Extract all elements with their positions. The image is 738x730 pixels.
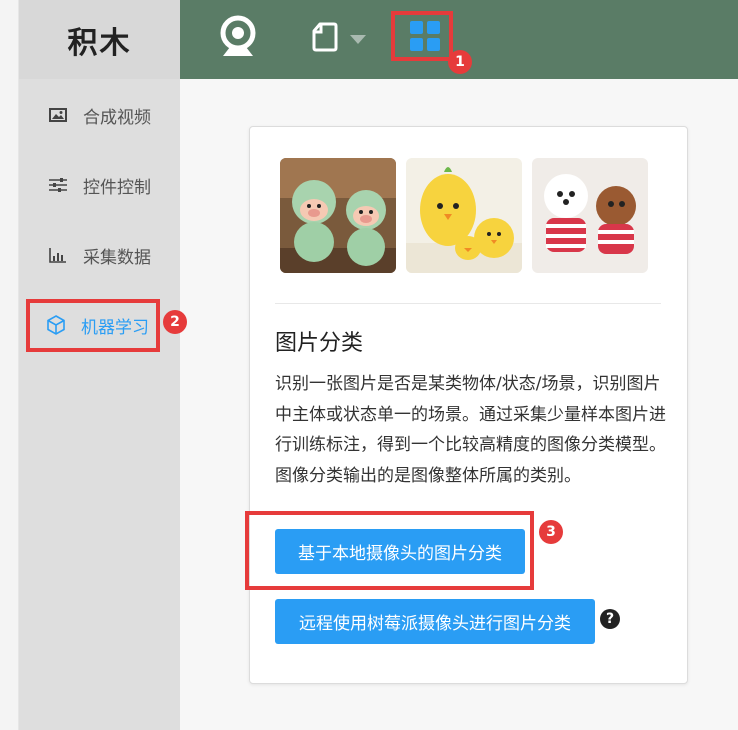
file-icon[interactable] [312, 22, 338, 52]
sidebar-item-label: 控件控制 [83, 177, 151, 198]
sidebar-item-widget-control[interactable]: 控件控制 [48, 170, 151, 200]
sliders-icon [48, 175, 68, 195]
thumbnail-pig-plush[interactable] [280, 158, 396, 273]
chevron-down-icon[interactable] [350, 30, 366, 44]
card-title: 图片分类 [275, 331, 364, 356]
help-icon[interactable]: ? [600, 609, 620, 629]
card-divider [275, 303, 661, 304]
sidebar-item-label: 采集数据 [83, 247, 151, 268]
annotation-badge-3: 3 [539, 520, 563, 544]
image-classification-card: 图片分类 识别一张图片是否是某类物体/状态/场景，识别图片中主体或状态单一的场景… [249, 126, 688, 684]
sidebar-item-collect-data[interactable]: 采集数据 [48, 240, 151, 270]
webcam-icon[interactable] [216, 14, 260, 60]
annotation-badge-2: 2 [163, 310, 187, 334]
raspberry-pi-classify-button[interactable]: 远程使用树莓派摄像头进行图片分类 [275, 599, 595, 644]
left-edge [0, 0, 19, 730]
image-icon [48, 105, 68, 125]
annotation-box-3 [245, 511, 534, 590]
chart-icon [48, 245, 68, 265]
sidebar-item-label: 合成视频 [83, 107, 151, 128]
annotation-box-1 [391, 11, 453, 61]
card-description: 识别一张图片是否是某类物体/状态/场景，识别图片中主体或状态单一的场景。通过采集… [275, 374, 666, 486]
brand-title: 积木 [19, 0, 180, 79]
annotation-box-2 [26, 299, 160, 352]
thumbnail-chick-plush[interactable] [406, 158, 522, 273]
annotation-badge-1: 1 [448, 50, 472, 74]
thumbnail-poodle[interactable] [532, 158, 648, 273]
sidebar-item-compose-video[interactable]: 合成视频 [48, 100, 151, 130]
